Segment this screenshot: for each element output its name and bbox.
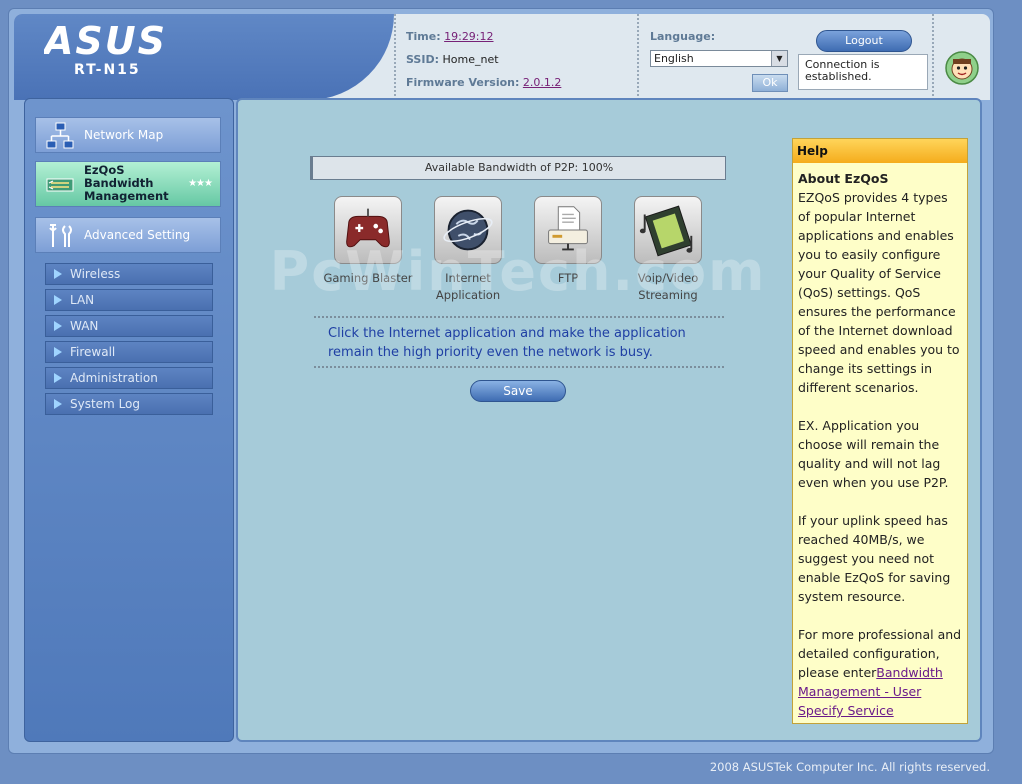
sidebar-item-label: Administration — [70, 371, 158, 385]
ssid-value: Home_net — [442, 53, 499, 66]
language-ok-button[interactable]: Ok — [752, 74, 788, 92]
header: ASUS RT-N15 Time: 19:29:12 SSID: Home_ne… — [14, 14, 990, 100]
sidebar-item-label: Firewall — [70, 345, 116, 359]
help-paragraph: For more professional and detailed confi… — [798, 625, 962, 720]
time-link[interactable]: 19:29:12 — [444, 30, 493, 43]
ftp-icon[interactable] — [534, 196, 602, 264]
sidebar-item-wireless[interactable]: Wireless — [45, 263, 213, 285]
help-paragraph: If your uplink speed has reached 40MB/s,… — [798, 513, 951, 604]
bandwidth-icon — [46, 178, 74, 192]
language-selected: English — [654, 52, 694, 65]
language-select[interactable]: English ▼ — [650, 50, 788, 67]
logout-button[interactable]: Logout — [816, 30, 912, 52]
app-label: Internet Application — [435, 271, 501, 302]
firmware-link[interactable]: 2.0.1.2 — [523, 76, 561, 89]
sidebar-item-label: EzQoS Bandwidth Management — [84, 163, 169, 203]
sidebar-item-wan[interactable]: WAN — [45, 315, 213, 337]
arrow-right-icon — [54, 399, 62, 409]
sidebar-item-label: System Log — [70, 397, 140, 411]
help-heading: About EzQoS — [798, 171, 889, 186]
sidebar-item-administration[interactable]: Administration — [45, 367, 213, 389]
app-label: FTP — [557, 271, 579, 285]
save-button[interactable]: Save — [470, 380, 566, 402]
app-internet-application[interactable]: Internet Application — [418, 196, 518, 304]
description-text: Click the Internet application and make … — [328, 326, 686, 360]
asus-logo: ASUS — [44, 22, 167, 62]
divider — [314, 316, 724, 318]
film-icon[interactable] — [634, 196, 702, 264]
sidebar-item-ezqos[interactable]: EzQoS Bandwidth Management ★★★ — [35, 161, 221, 207]
arrow-right-icon — [54, 269, 62, 279]
chevron-down-icon[interactable]: ▼ — [771, 51, 787, 66]
sidebar: Network Map EzQoS Bandwidth Management ★… — [24, 98, 234, 742]
divider — [314, 366, 724, 368]
sidebar-item-label: LAN — [70, 293, 95, 307]
firmware-row: Firmware Version: 2.0.1.2 — [406, 76, 561, 89]
app-voip-video-streaming[interactable]: Voip/Video Streaming — [618, 196, 718, 304]
stars-icon: ★★★ — [188, 178, 213, 189]
footer-copyright: 2008 ASUSTek Computer Inc. All rights re… — [709, 760, 990, 774]
help-body: About EzQoS EZQoS provides 4 types of po… — [793, 163, 967, 726]
sidebar-item-lan[interactable]: LAN — [45, 289, 213, 311]
sidebar-item-label: WAN — [70, 319, 99, 333]
ssid-label: SSID: — [406, 53, 439, 66]
sidebar-item-network-map[interactable]: Network Map — [35, 117, 221, 153]
firmware-label: Firmware Version: — [406, 76, 520, 89]
header-divider — [932, 14, 934, 100]
arrow-right-icon — [54, 295, 62, 305]
app-gaming-blaster[interactable]: Gaming Blaster — [318, 196, 418, 287]
gamepad-icon[interactable] — [334, 196, 402, 264]
status-info: Time: 19:29:12 SSID: Home_net Firmware V… — [394, 14, 639, 100]
sidebar-item-firewall[interactable]: Firewall — [45, 341, 213, 363]
help-title: Help — [793, 139, 967, 163]
sidebar-item-label: Wireless — [70, 267, 121, 281]
language-label: Language: — [650, 30, 716, 43]
sidebar-item-advanced-setting[interactable]: Advanced Setting — [35, 217, 221, 253]
help-paragraph: EX. Application you choose will remain t… — [798, 418, 949, 490]
connection-status: Connection is established. — [798, 54, 928, 90]
sidebar-item-system-log[interactable]: System Log — [45, 393, 213, 415]
language-block: Language: English ▼ Ok — [650, 30, 788, 92]
arrow-right-icon — [54, 321, 62, 331]
time-label: Time: — [406, 30, 441, 43]
logo-area: ASUS RT-N15 — [14, 14, 394, 100]
help-paragraph: EZQoS provides 4 types of popular Intern… — [798, 190, 960, 395]
app-label: Gaming Blaster — [323, 271, 413, 285]
model-name: RT-N15 — [74, 62, 141, 78]
arrow-right-icon — [54, 373, 62, 383]
arrow-right-icon — [54, 347, 62, 357]
bandwidth-bar: Available Bandwidth of P2P: 100% — [310, 156, 726, 180]
help-panel: Help About EzQoS EZQoS provides 4 types … — [792, 138, 968, 724]
tools-icon — [49, 224, 72, 247]
app-ftp[interactable]: FTP — [518, 196, 618, 287]
mascot-icon — [945, 51, 979, 85]
app-label: Voip/Video Streaming — [637, 271, 699, 302]
ssid-row: SSID: Home_net — [406, 53, 499, 66]
main-content: Available Bandwidth of P2P: 100% Gaming … — [236, 98, 982, 742]
network-map-icon — [46, 122, 74, 149]
sidebar-item-label: Advanced Setting — [84, 228, 191, 242]
svg-text:ASUS: ASUS — [44, 22, 167, 62]
globe-icon[interactable] — [434, 196, 502, 264]
sidebar-item-label: Network Map — [84, 128, 164, 142]
time-row: Time: 19:29:12 — [406, 30, 494, 43]
